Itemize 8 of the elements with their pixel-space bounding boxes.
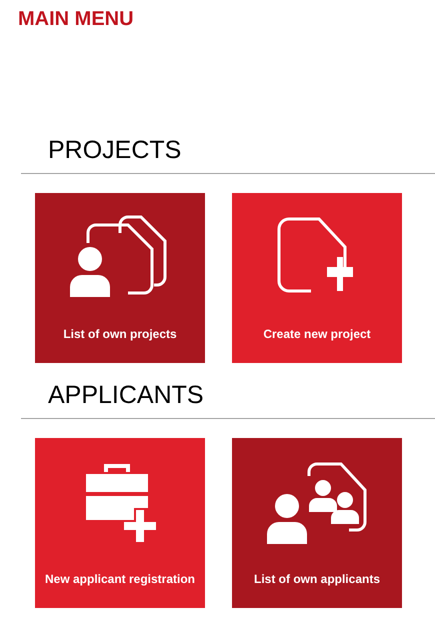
section-heading: PROJECTS (48, 138, 182, 163)
people-document-icon (265, 460, 369, 544)
menu-tile[interactable]: New applicant registration (35, 438, 205, 608)
menu-tile[interactable]: List of own projects (35, 193, 205, 363)
page-title: MAIN MENU (18, 9, 134, 29)
section-heading: APPLICANTS (48, 383, 204, 408)
menu-tile[interactable]: List of own applicants (232, 438, 402, 608)
menu-tile[interactable]: Create new project (232, 193, 402, 363)
